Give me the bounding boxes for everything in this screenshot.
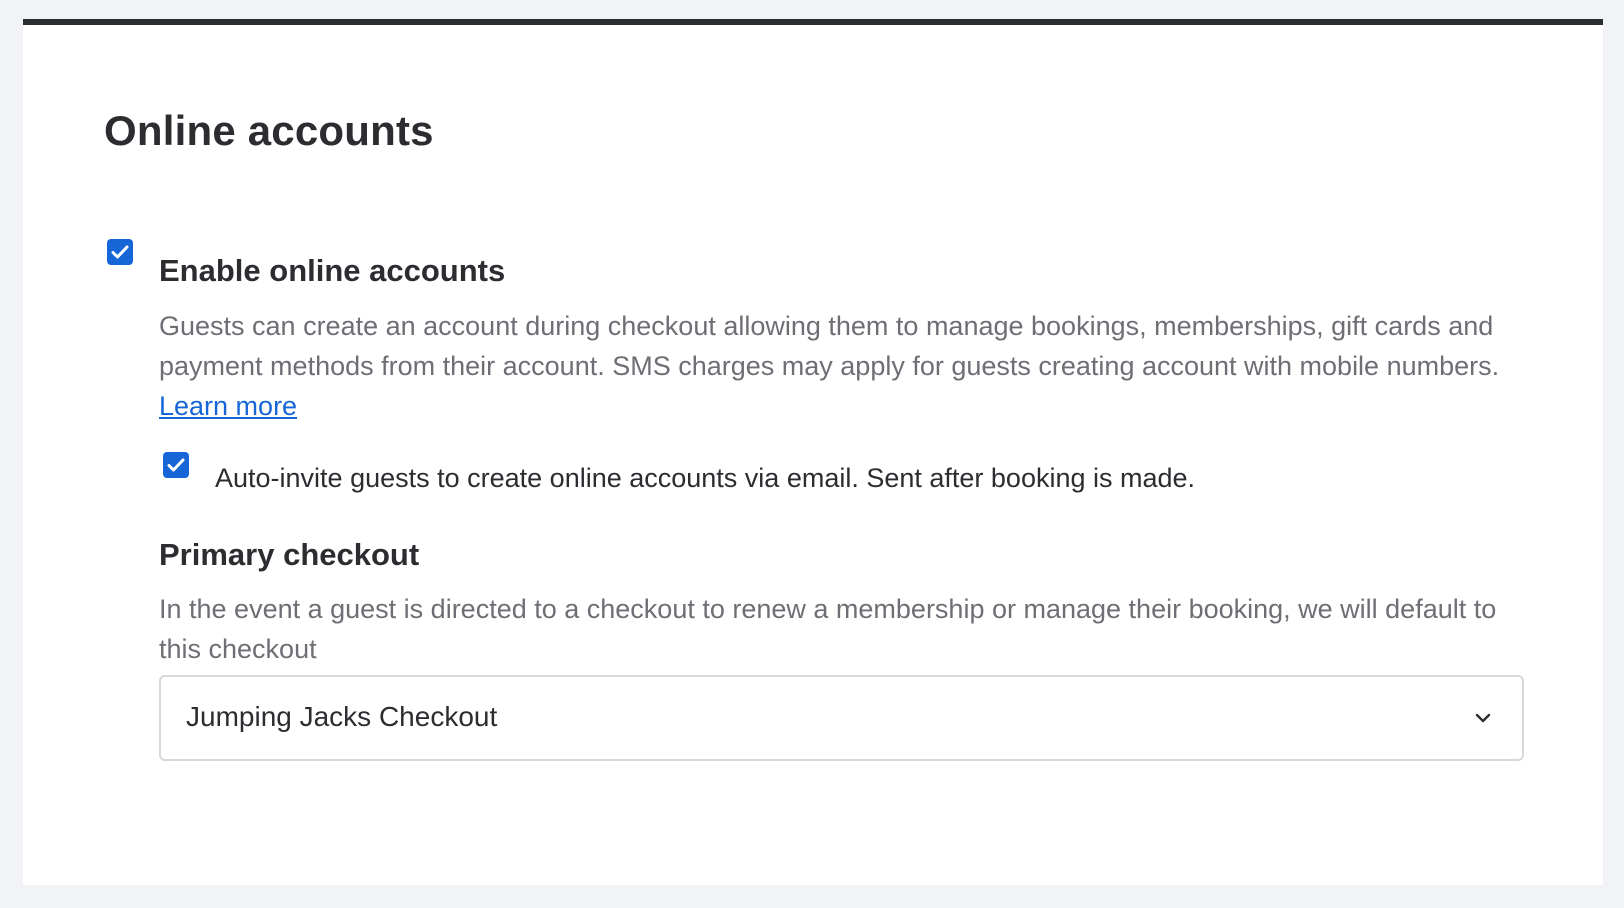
description-text: Guests can create an account during chec… — [159, 311, 1500, 381]
online-accounts-card: Online accounts Enable online accounts G… — [23, 19, 1603, 885]
chevron-down-icon — [1475, 713, 1491, 723]
primary-checkout-description: In the event a guest is directed to a ch… — [159, 594, 1497, 664]
enable-online-accounts-description: Guests can create an account during chec… — [159, 306, 1549, 426]
primary-checkout-title: Primary checkout — [159, 537, 420, 572]
page-title: Online accounts — [104, 107, 434, 154]
enable-online-accounts-label[interactable]: Enable online accounts — [159, 253, 505, 289]
check-icon — [167, 458, 185, 472]
enable-online-accounts-checkbox[interactable] — [107, 239, 133, 265]
auto-invite-checkbox[interactable] — [163, 452, 189, 478]
learn-more-link[interactable]: Learn more — [159, 391, 297, 421]
check-icon — [111, 245, 129, 259]
auto-invite-label[interactable]: Auto-invite guests to create online acco… — [215, 463, 1195, 494]
primary-checkout-select[interactable]: Jumping Jacks Checkout — [159, 675, 1524, 761]
select-value: Jumping Jacks Checkout — [186, 701, 498, 732]
